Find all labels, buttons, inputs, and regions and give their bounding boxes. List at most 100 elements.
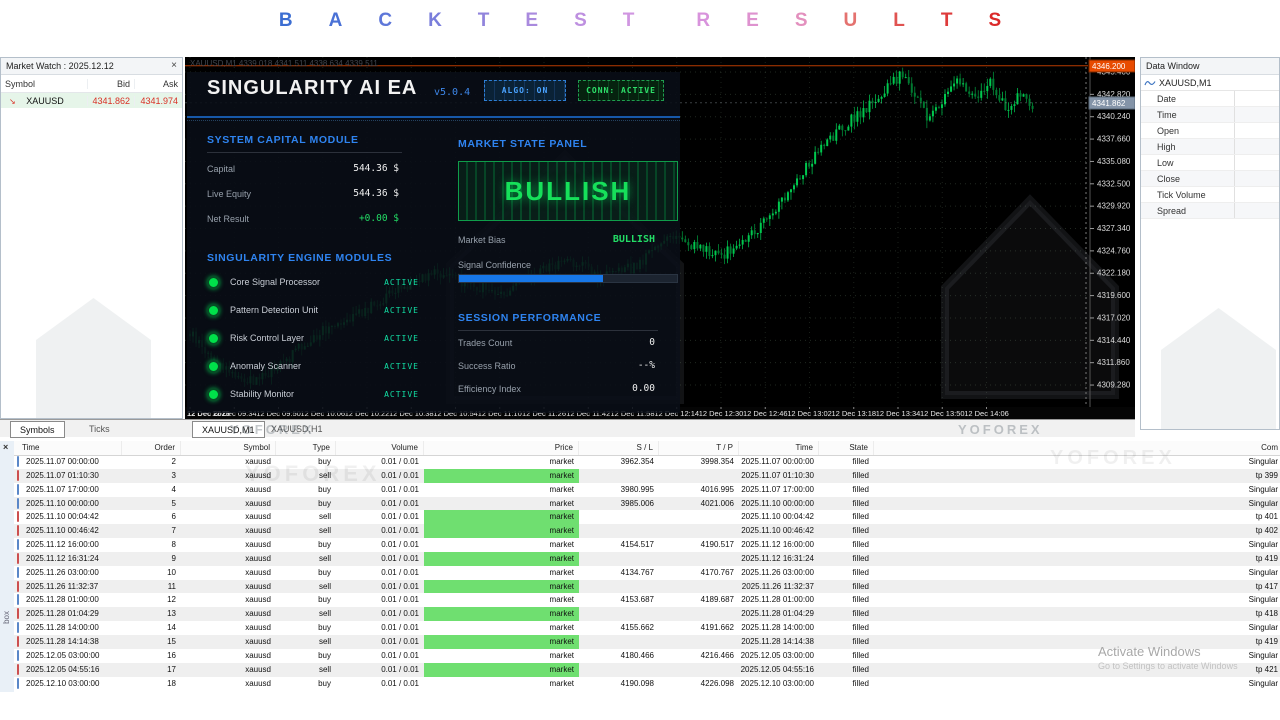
close-icon[interactable]: ×: [171, 61, 177, 71]
table-row[interactable]: 2025.11.12 16:31:249xauusdsell0.01 / 0.0…: [14, 552, 1280, 566]
column-bid[interactable]: Bid: [87, 79, 134, 89]
close-icon[interactable]: ×: [3, 443, 8, 452]
table-row[interactable]: 2025.11.26 11:32:3711xauusdsell0.01 / 0.…: [14, 580, 1280, 594]
cell-order: 4: [122, 483, 181, 497]
cell-order: 11: [122, 580, 181, 594]
market-watch-panel: Market Watch : 2025.12.12 × Symbol Bid A…: [0, 57, 183, 419]
column-header-sl[interactable]: S / L: [579, 441, 659, 455]
cell-price: market: [424, 483, 579, 497]
cell-sl: 3980.995: [579, 483, 659, 497]
table-row[interactable]: 2025.11.28 14:14:3815xauusdsell0.01 / 0.…: [14, 635, 1280, 649]
ea-dashboard-panel: SINGULARITY AI EA v5.0.4 ALGO: ON CONN: …: [187, 72, 680, 413]
table-row[interactable]: 2025.12.10 03:00:0018xauusdbuy0.01 / 0.0…: [14, 677, 1280, 691]
svg-text:4309.280: 4309.280: [1097, 381, 1131, 390]
order-doc-icon: [17, 525, 19, 536]
cell-icon: [14, 469, 26, 483]
cell-comment: tp 417: [874, 580, 1280, 594]
tab-ticks[interactable]: Ticks: [80, 421, 119, 436]
column-header-volume[interactable]: Volume: [336, 441, 424, 455]
status-dot-icon: [207, 304, 220, 317]
table-row[interactable]: 2025.11.28 01:00:0012xauusdbuy0.01 / 0.0…: [14, 593, 1280, 607]
svg-text:4322.180: 4322.180: [1097, 269, 1131, 278]
cell-time: 2025.11.10 00:46:42: [26, 524, 122, 538]
algo-status-button[interactable]: ALGO: ON: [484, 80, 566, 101]
table-row[interactable]: 2025.11.10 00:04:426xauusdsell0.01 / 0.0…: [14, 510, 1280, 524]
toolbox-panel: box × TimeOrderSymbolTypeVolumePriceS / …: [0, 439, 1280, 692]
cell-tp: 4216.466: [659, 649, 739, 663]
table-row[interactable]: 2025.11.10 00:00:005xauusdbuy0.01 / 0.01…: [14, 497, 1280, 511]
cell-volume: 0.01 / 0.01: [336, 552, 424, 566]
column-header-price[interactable]: Price: [424, 441, 579, 455]
column-header-order[interactable]: Order: [122, 441, 181, 455]
cell-time2: 2025.11.10 00:46:42: [739, 524, 819, 538]
cell-comment: Singular: [874, 566, 1280, 580]
cell-tp: [659, 524, 739, 538]
column-symbol[interactable]: Symbol: [1, 79, 87, 89]
cell-symbol: xauusd: [181, 663, 276, 677]
cell-symbol: xauusd: [181, 552, 276, 566]
cell-volume: 0.01 / 0.01: [336, 635, 424, 649]
svg-text:4329.920: 4329.920: [1097, 202, 1131, 211]
cell-price: market: [424, 552, 579, 566]
field-label: Low: [1141, 158, 1234, 168]
cell-price: market: [424, 593, 579, 607]
cell-time2: 2025.11.26 03:00:00: [739, 566, 819, 580]
cell-time2: 2025.11.07 01:10:30: [739, 469, 819, 483]
table-row[interactable]: 2025.11.26 03:00:0010xauusdbuy0.01 / 0.0…: [14, 566, 1280, 580]
cell-order: 7: [122, 524, 181, 538]
column-header-symbol[interactable]: Symbol: [181, 441, 276, 455]
title-letter: T: [941, 10, 953, 32]
symbol-row-xauusd[interactable]: ↘ XAUUSD 4341.862 4341.974: [1, 93, 182, 108]
title-letter: S: [574, 10, 587, 32]
field-value: [1234, 107, 1279, 122]
data-window-title: Data Window: [1141, 58, 1279, 75]
column-header-type[interactable]: Type: [276, 441, 336, 455]
cell-tp: 4191.662: [659, 621, 739, 635]
header-divider-dotted: [187, 120, 680, 121]
screenshot-root: BACKTESTRESULTS Market Watch : 2025.12.1…: [0, 0, 1280, 720]
cell-icon: [14, 524, 26, 538]
cell-time2: 2025.11.12 16:31:24: [739, 552, 819, 566]
table-row[interactable]: 2025.11.07 01:10:303xauusdsell0.01 / 0.0…: [14, 469, 1280, 483]
cell-time: 2025.12.05 03:00:00: [26, 649, 122, 663]
table-row[interactable]: 2025.11.07 17:00:004xauusdbuy0.01 / 0.01…: [14, 483, 1280, 497]
bid-value: 4341.862: [87, 96, 134, 106]
cell-time: 2025.11.07 00:00:00: [26, 455, 122, 469]
cell-tp: [659, 607, 739, 621]
data-window-symbol: XAUUSD,M1: [1159, 78, 1212, 88]
field-label: Tick Volume: [1141, 190, 1234, 200]
cell-sl: 4134.767: [579, 566, 659, 580]
cell-price: market: [424, 663, 579, 677]
column-header-state[interactable]: State: [819, 441, 874, 455]
connection-status-button[interactable]: CONN: ACTIVE: [578, 80, 664, 101]
cell-tp: [659, 552, 739, 566]
module-status: ACTIVE: [384, 334, 419, 343]
chart-area[interactable]: 4345.4004342.8204340.2404337.6604335.080…: [185, 57, 1135, 419]
cell-symbol: xauusd: [181, 524, 276, 538]
title-letter: A: [329, 10, 343, 32]
engine-modules-header: SINGULARITY ENGINE MODULES: [207, 252, 392, 264]
column-ask[interactable]: Ask: [134, 79, 182, 89]
table-row[interactable]: 2025.11.10 00:46:427xauusdsell0.01 / 0.0…: [14, 524, 1280, 538]
table-row[interactable]: 2025.11.28 14:00:0014xauusdbuy0.01 / 0.0…: [14, 621, 1280, 635]
bottom-tab-strip: Symbols Ticks XAUUSD,M1 XAUUSD,H1 YOFORE…: [0, 419, 1135, 437]
cell-time2: 2025.11.28 14:00:00: [739, 621, 819, 635]
column-header-tp[interactable]: T / P: [659, 441, 739, 455]
order-doc-icon: [17, 539, 19, 550]
signal-confidence-bar: [458, 274, 678, 283]
table-row[interactable]: 2025.11.12 16:00:008xauusdbuy0.01 / 0.01…: [14, 538, 1280, 552]
cell-price: market: [424, 455, 579, 469]
title-letter: T: [623, 10, 635, 32]
column-header-time[interactable]: Time: [14, 441, 122, 455]
table-row[interactable]: 2025.12.05 04:55:1617xauusdsell0.01 / 0.…: [14, 663, 1280, 677]
table-row[interactable]: 2025.12.05 03:00:0016xauusdbuy0.01 / 0.0…: [14, 649, 1280, 663]
tab-symbols[interactable]: Symbols: [10, 421, 65, 438]
cell-order: 13: [122, 607, 181, 621]
column-header-time[interactable]: Time: [739, 441, 819, 455]
title-letter: B: [279, 10, 293, 32]
order-doc-icon: [17, 553, 19, 564]
cell-state: filled: [819, 455, 874, 469]
table-row[interactable]: 2025.11.28 01:04:2913xauusdsell0.01 / 0.…: [14, 607, 1280, 621]
session-performance-header: SESSION PERFORMANCE: [458, 312, 601, 324]
svg-text:4340.240: 4340.240: [1097, 112, 1131, 121]
